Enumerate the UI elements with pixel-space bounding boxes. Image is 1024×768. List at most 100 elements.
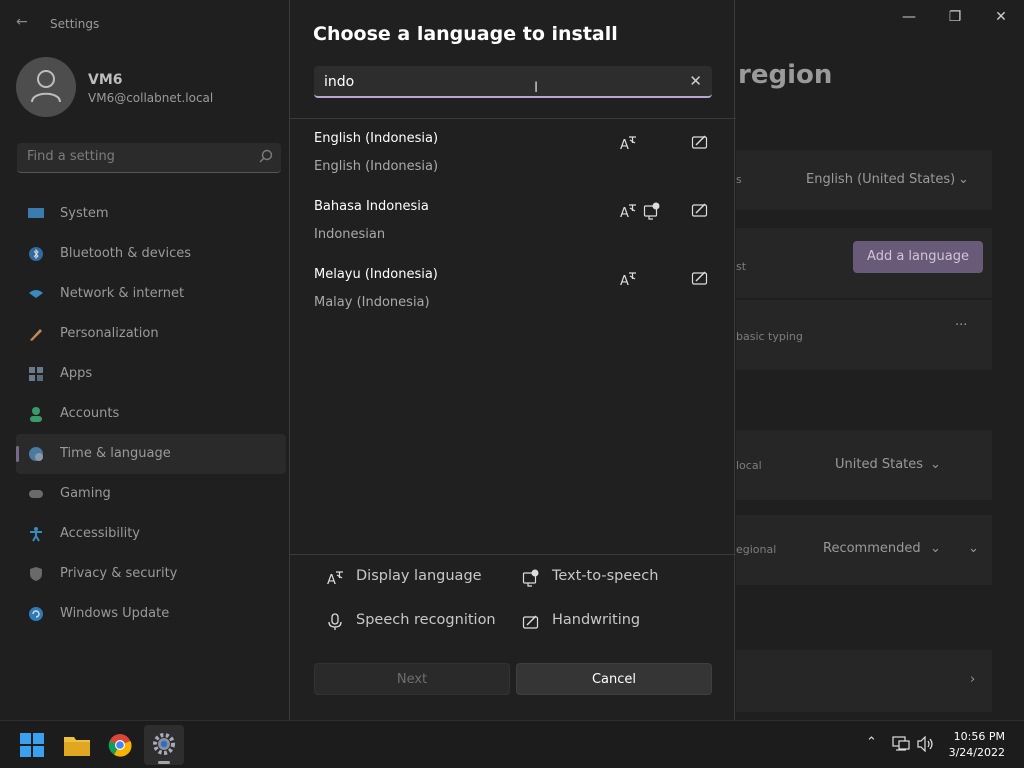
dialog-title: Choose a language to install — [313, 23, 618, 45]
handwriting-icon — [691, 271, 708, 285]
find-setting-input[interactable]: Find a setting — [17, 143, 281, 173]
show-hidden-icons-icon[interactable]: ⌃ — [866, 735, 877, 750]
language-name: Bahasa Indonesia — [314, 199, 429, 214]
shield-icon — [30, 567, 42, 581]
restore-icon[interactable]: ❐ — [940, 6, 970, 28]
svg-text:A: A — [327, 573, 336, 587]
sidebar-item-bluetooth[interactable]: Bluetooth & devices — [16, 234, 286, 274]
bluetooth-icon — [29, 247, 43, 261]
handwriting-icon — [522, 615, 539, 629]
close-window-icon[interactable]: ✕ — [986, 6, 1016, 28]
handwriting-icon — [691, 135, 708, 149]
avatar[interactable] — [16, 57, 76, 117]
chevron-down-icon: ⌄ — [930, 457, 941, 472]
user-name: VM6 — [88, 72, 123, 88]
language-subtitle: Indonesian — [314, 227, 386, 242]
sidebar-item-privacy[interactable]: Privacy & security — [16, 554, 286, 594]
display-language-icon: A — [327, 571, 343, 587]
user-email: VM6@collabnet.local — [88, 91, 214, 105]
handwriting-icon — [691, 203, 708, 217]
display-language-dropdown[interactable]: English (United States) — [806, 172, 955, 187]
page-title: region — [738, 60, 833, 90]
update-icon — [29, 607, 43, 621]
more-options-icon[interactable]: ··· — [955, 318, 967, 333]
legend-label: Speech recognition — [356, 612, 496, 628]
setting-card-related — [736, 650, 992, 712]
accessibility-icon — [30, 527, 42, 542]
minimize-icon[interactable]: — — [894, 6, 924, 28]
start-button[interactable] — [12, 725, 52, 765]
sidebar-item-label: Privacy & security — [60, 566, 178, 581]
apps-icon — [29, 367, 43, 381]
file-explorer-icon — [64, 737, 90, 756]
taskbar-clock[interactable]: 10:56 PM 3/24/2022 — [949, 729, 1005, 761]
country-dropdown[interactable]: United States — [835, 457, 923, 472]
monitor-icon — [28, 208, 44, 218]
svg-text:A: A — [620, 206, 629, 220]
sidebar-item-label: System — [60, 206, 109, 221]
regional-format-dropdown[interactable]: Recommended — [823, 541, 921, 556]
setting-label: local — [736, 459, 762, 472]
sidebar-item-time-language[interactable]: Time & language — [16, 434, 286, 474]
language-search-input[interactable] — [324, 72, 674, 92]
sidebar-nav: System Bluetooth & devices Network & int… — [16, 194, 286, 634]
chrome-icon — [108, 734, 132, 757]
volume-icon[interactable] — [917, 736, 935, 752]
clock-date: 3/24/2022 — [948, 746, 1005, 759]
globe-clock-icon — [29, 447, 43, 461]
next-button[interactable]: Next — [314, 663, 510, 695]
sidebar-item-personalization[interactable]: Personalization — [16, 314, 286, 354]
legend-label: Text-to-speech — [552, 568, 659, 584]
file-explorer-button[interactable] — [57, 725, 97, 765]
display-language-icon: A — [620, 204, 636, 220]
sidebar-item-network[interactable]: Network & internet — [16, 274, 286, 314]
setting-label: st — [736, 260, 747, 273]
network-icon[interactable] — [892, 736, 910, 752]
choose-language-dialog: Choose a language to install ✕ I English… — [289, 0, 736, 720]
display-language-icon: A — [620, 272, 636, 288]
sidebar-item-system[interactable]: System — [16, 194, 286, 234]
clock-time: 10:56 PM — [953, 730, 1005, 743]
svg-text:A: A — [620, 138, 629, 152]
sidebar-item-gaming[interactable]: Gaming — [16, 474, 286, 514]
language-name: English (Indonesia) — [314, 131, 439, 146]
language-result-english-indonesia[interactable]: English (Indonesia) English (Indonesia) … — [290, 131, 736, 199]
expand-chevron-icon[interactable]: ⌄ — [968, 541, 979, 556]
settings-taskbar-button[interactable] — [144, 725, 184, 765]
cancel-button[interactable]: Cancel — [516, 663, 712, 695]
feature-legend: A Display language Text-to-speech Speech… — [290, 555, 736, 655]
setting-label: basic typing — [736, 330, 803, 343]
window-title: Settings — [50, 17, 100, 31]
microphone-icon — [328, 613, 342, 630]
language-subtitle: Malay (Indonesia) — [314, 295, 430, 310]
chevron-down-icon: ⌄ — [930, 541, 941, 556]
find-setting-placeholder: Find a setting — [27, 149, 115, 164]
sidebar-item-accounts[interactable]: Accounts — [16, 394, 286, 434]
start-icon — [20, 733, 44, 757]
language-result-bahasa-indonesia[interactable]: Bahasa Indonesia Indonesian A — [290, 199, 736, 267]
text-to-speech-icon — [643, 202, 660, 220]
sidebar-item-label: Accessibility — [60, 526, 140, 541]
person-icon — [30, 407, 42, 422]
sidebar-item-label: Windows Update — [60, 606, 170, 621]
language-result-melayu-indonesia[interactable]: Melayu (Indonesia) Malay (Indonesia) A — [290, 267, 736, 335]
settings-gear-icon — [153, 733, 175, 755]
back-arrow-icon[interactable]: ← — [16, 14, 32, 34]
chevron-down-icon: ⌄ — [958, 172, 969, 187]
sidebar-item-label: Time & language — [60, 446, 171, 461]
text-cursor-icon: I — [534, 80, 539, 96]
add-language-button[interactable]: Add a language — [853, 241, 983, 273]
chrome-button[interactable] — [100, 725, 140, 765]
sidebar-item-label: Bluetooth & devices — [60, 246, 191, 261]
sidebar-item-accessibility[interactable]: Accessibility — [16, 514, 286, 554]
clear-search-icon[interactable]: ✕ — [689, 72, 702, 90]
search-icon — [259, 149, 273, 163]
sidebar-item-apps[interactable]: Apps — [16, 354, 286, 394]
svg-text:A: A — [620, 274, 629, 288]
sidebar-item-label: Accounts — [60, 406, 120, 421]
sidebar-item-windows-update[interactable]: Windows Update — [16, 594, 286, 634]
chevron-right-icon[interactable]: › — [970, 672, 975, 687]
sidebar-item-label: Personalization — [60, 326, 159, 341]
language-search-box[interactable]: ✕ — [314, 66, 712, 98]
taskbar: ⌃ 10:56 PM 3/24/2022 — [0, 720, 1024, 768]
